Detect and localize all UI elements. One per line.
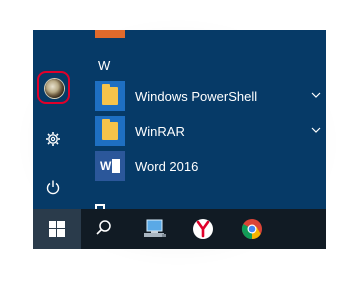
partial-app-tile: [95, 30, 125, 38]
windows-start-icon: [49, 221, 65, 237]
network-computer-button[interactable]: [134, 209, 174, 249]
start-button[interactable]: [33, 209, 81, 249]
list-item-label: Windows PowerShell: [135, 89, 258, 104]
chrome-icon: [241, 219, 262, 240]
search-icon: [96, 220, 111, 235]
word-page-glyph: [112, 159, 120, 173]
start-menu: W Windows PowerShell WinRAR W Word 2016: [33, 30, 326, 249]
yandex-browser-button[interactable]: [183, 209, 223, 249]
folder-icon: [102, 119, 118, 140]
chevron-down-icon[interactable]: [310, 124, 322, 136]
chrome-button[interactable]: [232, 209, 272, 249]
start-menu-rail: [33, 30, 81, 209]
list-item-windows-powershell[interactable]: Windows PowerShell: [95, 81, 326, 111]
settings-gear-icon[interactable]: [45, 131, 61, 147]
power-icon[interactable]: [45, 179, 61, 195]
word-icon: W: [95, 151, 125, 181]
search-button[interactable]: [84, 209, 124, 249]
user-avatar[interactable]: [45, 79, 64, 98]
list-item-word-2016[interactable]: W Word 2016: [95, 151, 326, 181]
list-item-label: WinRAR: [135, 124, 185, 139]
word-letter-glyph: W: [100, 159, 112, 173]
folder-icon: [102, 84, 118, 105]
yandex-browser-icon: [193, 219, 213, 239]
taskbar: [33, 209, 326, 249]
list-item-winrar[interactable]: WinRAR: [95, 116, 326, 146]
network-computer-icon: [144, 219, 166, 237]
section-letter[interactable]: W: [98, 58, 110, 73]
app-list: W Windows PowerShell WinRAR W Word 2016: [95, 30, 326, 218]
user-avatar-highlight[interactable]: [37, 71, 70, 104]
app-tile: [95, 81, 125, 111]
list-item-label: Word 2016: [135, 159, 199, 174]
chevron-down-icon[interactable]: [310, 89, 322, 101]
app-tile: [95, 116, 125, 146]
